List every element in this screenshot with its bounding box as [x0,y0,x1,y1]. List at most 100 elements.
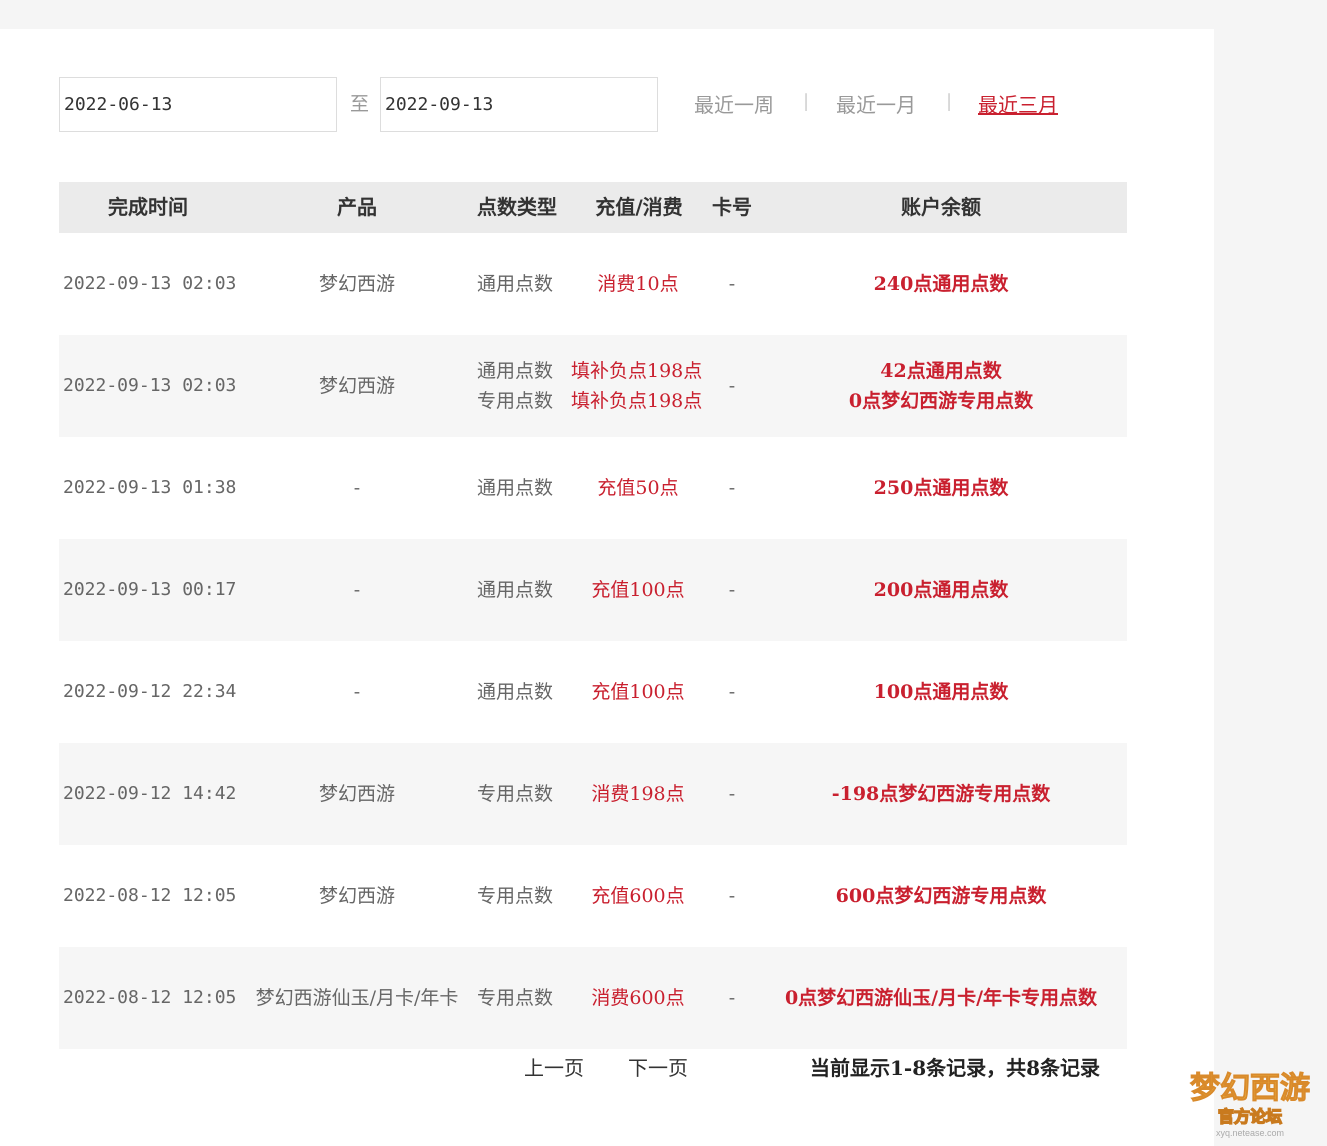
amount-text: 消费600点 [591,987,685,1009]
amount-text: 消费198点 [591,783,685,805]
balance-text: 250点通用点数 [873,477,1009,499]
cell-amount: 充值50点 [573,437,703,539]
table-row: 2022-09-13 02:03 梦幻西游 通用点数 消费10点 - 240点通… [59,233,1127,335]
cell-balance: 0点梦幻西游仙玉/月卡/年卡专用点数 [759,947,1123,1049]
amount-text: 填补负点198点 [571,360,703,382]
table-row: 2022-09-12 14:42 梦幻西游 专用点数 消费198点 - -198… [59,743,1127,845]
cell-product: 梦幻西游 [318,273,395,295]
cell-point-type: 通用点数 [477,437,569,539]
header-point-type: 点数类型 [477,195,557,219]
records-panel: 至 最近一周 | 最近一月 | 最近三月 完成时间 产品 点数类型 充值/消费 … [0,29,1214,1146]
cell-point-type: 专用点数 [477,743,569,845]
cell-card: - [728,681,736,703]
cell-point-type: 通用点数 [477,233,569,335]
cell-card: - [728,885,736,907]
cell-point-type: 通用点数 [477,641,569,743]
cell-balance: -198点梦幻西游专用点数 [759,743,1123,845]
point-type-text: 专用点数 [477,885,554,907]
range-divider: | [946,91,953,112]
cell-amount: 消费198点 [573,743,703,845]
forum-logo-watermark: 梦幻西游 官方论坛 xyq.netease.com [1190,1072,1311,1139]
end-date-input[interactable] [380,77,658,132]
amount-text: 充值600点 [591,885,685,907]
amount-text: 充值100点 [591,579,685,601]
cell-balance: 42点通用点数 0点梦幻西游专用点数 [759,335,1123,437]
header-completion-time: 完成时间 [108,195,188,219]
transaction-table: 完成时间 产品 点数类型 充值/消费 卡号 账户余额 2022-09-13 02… [59,182,1127,1049]
cell-balance: 200点通用点数 [759,539,1123,641]
balance-text: 0点梦幻西游专用点数 [848,390,1034,412]
cell-card: - [728,273,736,295]
prev-page-link[interactable]: 上一页 [524,1052,584,1081]
point-type-text: 通用点数 [477,477,554,499]
range-last-month-link[interactable]: 最近一月 [836,89,916,118]
table-header: 完成时间 产品 点数类型 充值/消费 卡号 账户余额 [59,182,1127,233]
cell-product: - [353,579,361,601]
start-date-input[interactable] [59,77,337,132]
table-row: 2022-09-12 22:34 - 通用点数 充值100点 - 100点通用点… [59,641,1127,743]
amount-text: 填补负点198点 [571,390,703,412]
point-type-text: 通用点数 [477,360,554,382]
balance-text: 0点梦幻西游仙玉/月卡/年卡专用点数 [784,987,1098,1009]
amount-text: 充值100点 [591,681,685,703]
cell-product: 梦幻西游 [318,885,395,907]
watermark-title: 梦幻西游 [1190,1072,1310,1105]
table-row: 2022-09-13 02:03 梦幻西游 通用点数 专用点数 填补负点198点… [59,335,1127,437]
cell-product: - [353,477,361,499]
header-account-balance: 账户余额 [901,195,981,219]
cell-time: 2022-09-13 02:03 [63,375,237,396]
point-type-text: 专用点数 [477,390,554,412]
cell-amount: 消费600点 [573,947,703,1049]
cell-time: 2022-09-12 14:42 [63,783,237,804]
cell-balance: 250点通用点数 [759,437,1123,539]
cell-time: 2022-09-13 01:38 [63,477,237,498]
cell-point-type: 通用点数 专用点数 [477,335,569,437]
cell-card: - [728,987,736,1009]
cell-product: 梦幻西游 [318,783,395,805]
point-type-text: 通用点数 [477,681,554,703]
amount-text: 消费10点 [597,273,679,295]
balance-text: 200点通用点数 [873,579,1009,601]
date-range-separator-label: 至 [350,93,370,115]
amount-text: 充值50点 [597,477,679,499]
cell-product: 梦幻西游仙玉/月卡/年卡 [255,987,459,1009]
point-type-text: 通用点数 [477,579,554,601]
table-row: 2022-09-13 00:17 - 通用点数 充值100点 - 200点通用点… [59,539,1127,641]
cell-amount: 充值600点 [573,845,703,947]
cell-product: - [353,681,361,703]
point-type-text: 专用点数 [477,987,554,1009]
table-row: 2022-08-12 12:05 梦幻西游仙玉/月卡/年卡 专用点数 消费600… [59,947,1127,1049]
watermark-url: xyq.netease.com [1216,1128,1284,1138]
balance-text: 600点梦幻西游专用点数 [835,885,1047,907]
header-recharge-consume: 充值/消费 [595,195,683,219]
balance-text: 100点通用点数 [873,681,1009,703]
watermark-subtitle: 官方论坛 [1218,1107,1282,1126]
cell-amount: 消费10点 [573,233,703,335]
cell-card: - [728,783,736,805]
balance-text: 42点通用点数 [880,360,1002,382]
cell-time: 2022-08-12 12:05 [63,885,237,906]
cell-point-type: 通用点数 [477,539,569,641]
cell-product: 梦幻西游 [318,375,395,397]
point-type-text: 专用点数 [477,783,554,805]
cell-balance: 100点通用点数 [759,641,1123,743]
header-card-number: 卡号 [712,195,752,219]
balance-text: 240点通用点数 [873,273,1009,295]
cell-card: - [728,375,736,397]
cell-time: 2022-09-12 22:34 [63,681,237,702]
point-type-text: 通用点数 [477,273,554,295]
cell-amount: 充值100点 [573,641,703,743]
table-row: 2022-09-13 01:38 - 通用点数 充值50点 - 250点通用点数 [59,437,1127,539]
next-page-link[interactable]: 下一页 [628,1052,688,1081]
cell-time: 2022-09-13 02:03 [63,273,237,294]
cell-amount: 充值100点 [573,539,703,641]
table-row: 2022-08-12 12:05 梦幻西游 专用点数 充值600点 - 600点… [59,845,1127,947]
range-last-week-link[interactable]: 最近一周 [694,89,774,118]
balance-text: -198点梦幻西游专用点数 [831,783,1051,805]
header-product: 产品 [337,195,377,219]
cell-card: - [728,579,736,601]
cell-balance: 600点梦幻西游专用点数 [759,845,1123,947]
cell-time: 2022-09-13 00:17 [63,579,237,600]
range-divider: | [803,91,810,112]
range-last-three-months-link[interactable]: 最近三月 [978,89,1058,118]
